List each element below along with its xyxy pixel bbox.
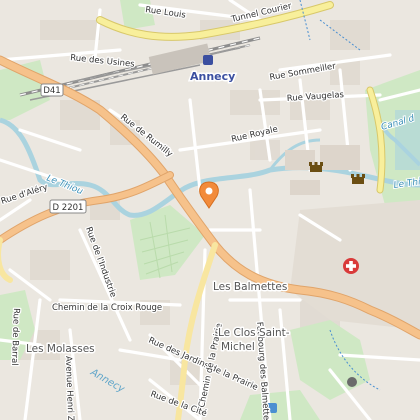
label-les-balmettes: Les Balmettes [213,281,287,293]
label-rue-de-barral: Rue de Barral [9,308,21,366]
castle-icon[interactable] [351,174,365,184]
castle-icon[interactable] [309,162,323,172]
shield-d2201: D 2201 [49,199,87,214]
viewpoint-icon [347,377,357,387]
label-michel: Michel [221,341,255,353]
label-le-clos-saint-michel: Le Clos Saint- [218,327,290,339]
hospital-cross-icon[interactable] [343,258,359,274]
svg-text:D41: D41 [43,86,60,96]
label-chemin-croix-rouge: Chemin de la Croix Rouge [52,303,162,313]
map-canvas[interactable]: D41 D 2201 Rue Louis Tunnel Courier Rue … [0,0,420,420]
label-les-molasses: Les Molasses [26,343,95,355]
map-view[interactable]: D41 D 2201 Rue Louis Tunnel Courier Rue … [0,0,420,420]
label-city-annecy: Annecy [190,70,235,83]
shield-d41: D41 [40,83,64,97]
station-icon [203,55,213,65]
svg-text:D 2201: D 2201 [53,203,84,213]
